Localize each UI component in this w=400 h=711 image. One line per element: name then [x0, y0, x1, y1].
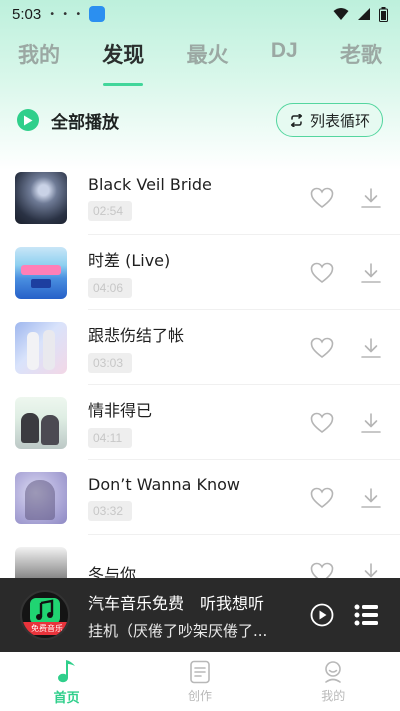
tab-hottest[interactable]: 最火 [187, 36, 229, 80]
song-title: Black Veil Bride [88, 174, 212, 194]
tab-discover[interactable]: 发现 [102, 36, 144, 80]
loop-mode-label: 列表循环 [309, 111, 370, 130]
album-cover [15, 321, 67, 374]
download-icon[interactable] [360, 412, 382, 434]
signal-icon [358, 8, 370, 20]
song-row[interactable]: Black Veil Bride 02:54 [0, 160, 400, 235]
song-list: Black Veil Bride 02:54 时差 (Live) 04:06 跟… [0, 160, 400, 610]
download-icon[interactable] [360, 187, 382, 209]
song-duration: 03:32 [88, 500, 132, 521]
album-cover [15, 246, 67, 299]
now-playing-title: 汽车音乐免费 听我想听 [88, 593, 265, 613]
play-all-button[interactable]: 全部播放 [17, 108, 119, 133]
album-cover [15, 471, 67, 524]
cover-badge: 免费音乐 [22, 622, 68, 635]
music-note-icon [57, 659, 75, 682]
download-icon[interactable] [360, 337, 382, 359]
nav-create-label: 创作 [187, 688, 212, 703]
profile-icon [325, 660, 342, 683]
song-duration: 04:11 [88, 428, 132, 448]
playlist-controls: 全部播放 列表循环 [0, 102, 400, 138]
status-time: 5:03 [12, 5, 42, 23]
download-icon[interactable] [360, 262, 382, 284]
heart-icon[interactable] [310, 487, 334, 509]
category-tabs: 我的 发现 最火 DJ 老歌 [0, 36, 400, 80]
song-duration: 04:06 [88, 278, 132, 298]
now-playing-cover: 免费音乐 [20, 590, 70, 640]
song-title: Don’t Wanna Know [88, 474, 240, 494]
heart-icon[interactable] [310, 262, 334, 284]
play-circle-icon [17, 109, 39, 131]
album-cover [15, 171, 67, 224]
song-title: 时差 (Live) [88, 251, 171, 270]
nav-profile-label: 我的 [321, 688, 346, 703]
battery-icon [379, 6, 388, 22]
nav-home[interactable]: 首页 [27, 658, 107, 706]
song-title: 跟悲伤结了帐 [88, 326, 185, 345]
album-cover [15, 396, 67, 449]
song-row[interactable]: 时差 (Live) 04:06 [0, 235, 400, 310]
play-all-label: 全部播放 [51, 112, 119, 133]
document-icon [190, 660, 210, 683]
download-icon[interactable] [360, 487, 382, 509]
loop-icon [290, 113, 303, 127]
bottom-nav: 首页 创作 我的 [0, 652, 400, 711]
song-duration: 02:54 [88, 200, 132, 221]
app-icon [89, 6, 106, 22]
song-row[interactable]: 情非得已 04:11 [0, 385, 400, 460]
nav-home-label: 首页 [53, 690, 80, 706]
music-note-icon [30, 598, 60, 624]
heart-icon[interactable] [310, 412, 334, 434]
playlist-icon[interactable] [354, 604, 378, 626]
heart-icon[interactable] [310, 187, 334, 209]
status-bar: 5:03 • • • [0, 0, 400, 28]
song-title: 情非得已 [88, 401, 153, 420]
song-duration: 03:03 [88, 353, 132, 373]
play-icon[interactable] [310, 603, 334, 627]
heart-icon[interactable] [310, 337, 334, 359]
status-dots: • • • [49, 8, 84, 20]
mini-player[interactable]: 免费音乐 汽车音乐免费 听我想听 挂机（厌倦了吵架厌倦了... [0, 578, 400, 652]
loop-mode-button[interactable]: 列表循环 [275, 103, 383, 137]
nav-profile[interactable]: 我的 [293, 660, 373, 704]
song-row[interactable]: 跟悲伤结了帐 03:03 [0, 310, 400, 385]
tab-dj[interactable]: DJ [271, 36, 298, 80]
wifi-icon [333, 8, 349, 20]
nav-create[interactable]: 创作 [160, 660, 240, 704]
song-row[interactable]: Don’t Wanna Know 03:32 [0, 460, 400, 535]
now-playing-song: 挂机（厌倦了吵架厌倦了... [88, 621, 268, 640]
tab-oldies[interactable]: 老歌 [340, 36, 382, 80]
tab-mine[interactable]: 我的 [18, 36, 60, 80]
